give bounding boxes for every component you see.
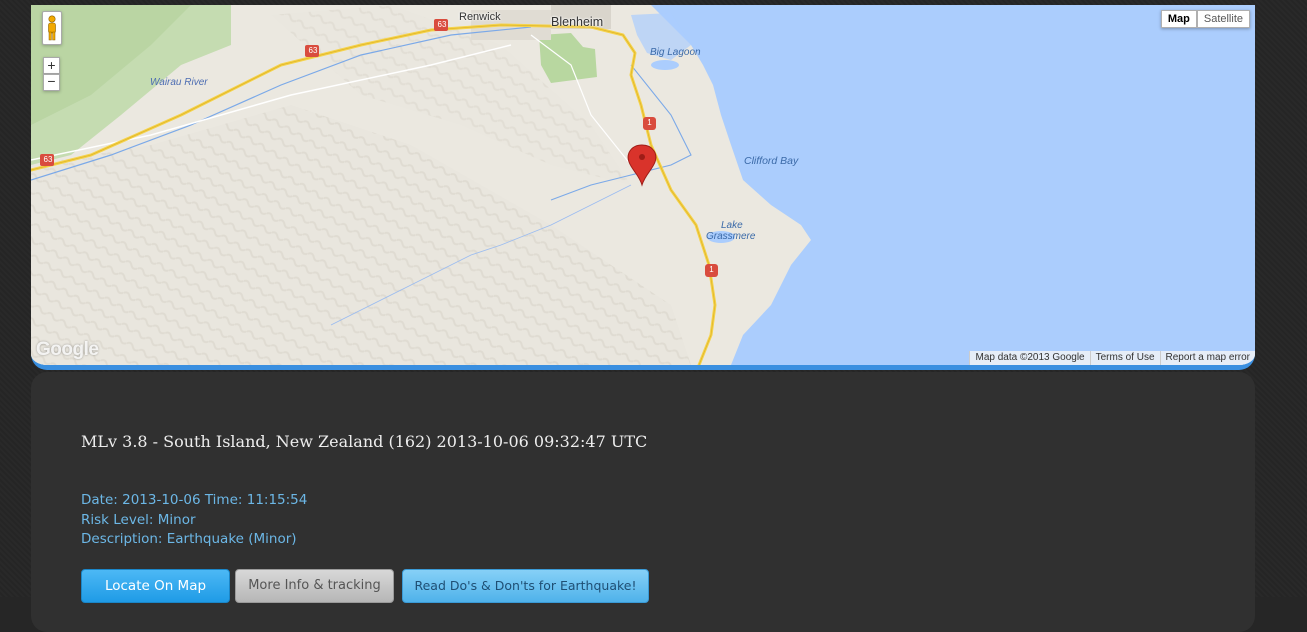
report-map-error-link[interactable]: Report a map error (1159, 351, 1255, 365)
map-attribution: Map data ©2013 Google Terms of Use Repor… (969, 351, 1255, 365)
zoom-in-button[interactable]: + (43, 57, 60, 74)
map-type-map-button[interactable]: Map (1160, 10, 1197, 28)
event-title: MLv 3.8 - South Island, New Zealand (162… (81, 432, 648, 451)
route-1-label: 1 (709, 265, 714, 274)
street-view-pegman-icon[interactable] (42, 11, 62, 45)
route-63-label: 63 (43, 155, 53, 164)
label-big-lagoon: Big Lagoon (650, 47, 701, 58)
terms-of-use-link[interactable]: Terms of Use (1089, 351, 1160, 365)
map-data-credit: Map data ©2013 Google (969, 351, 1090, 365)
zoom-out-button[interactable]: − (43, 74, 60, 91)
locate-on-map-button[interactable]: Locate On Map (81, 569, 230, 603)
label-renwick: Renwick (459, 11, 501, 23)
label-wairau-river: Wairau River (150, 77, 208, 88)
label-lake-grassmere: Lake (721, 220, 743, 231)
map-type-satellite-button[interactable]: Satellite (1196, 10, 1250, 28)
label-lake-grassmere: Grassmere (706, 231, 756, 242)
event-risk-level: Risk Level: Minor (81, 511, 196, 528)
route-1-label: 1 (647, 118, 652, 127)
event-description: Description: Earthquake (Minor) (81, 531, 297, 547)
map-view[interactable]: 63 63 63 1 1 Renwick Blenheim Big Lagoon… (31, 5, 1255, 370)
map-canvas (31, 5, 1255, 365)
event-details: Date: 2013-10-06 Time: 11:15:54 Risk Lev… (81, 491, 307, 550)
route-63-label: 63 (308, 46, 318, 55)
read-dos-donts-button[interactable]: Read Do's & Don'ts for Earthquake! (402, 569, 649, 603)
more-info-tracking-button[interactable]: More Info & tracking (235, 569, 394, 603)
map-type-control: Map Satellite (1160, 10, 1250, 28)
route-63-label: 63 (437, 20, 447, 29)
event-info-panel: MLv 3.8 - South Island, New Zealand (162… (31, 372, 1255, 632)
google-logo: Google (36, 339, 99, 360)
label-blenheim: Blenheim (551, 15, 604, 29)
label-clifford-bay: Clifford Bay (744, 155, 799, 167)
event-date-time: Date: 2013-10-06 Time: 11:15:54 (81, 492, 308, 508)
